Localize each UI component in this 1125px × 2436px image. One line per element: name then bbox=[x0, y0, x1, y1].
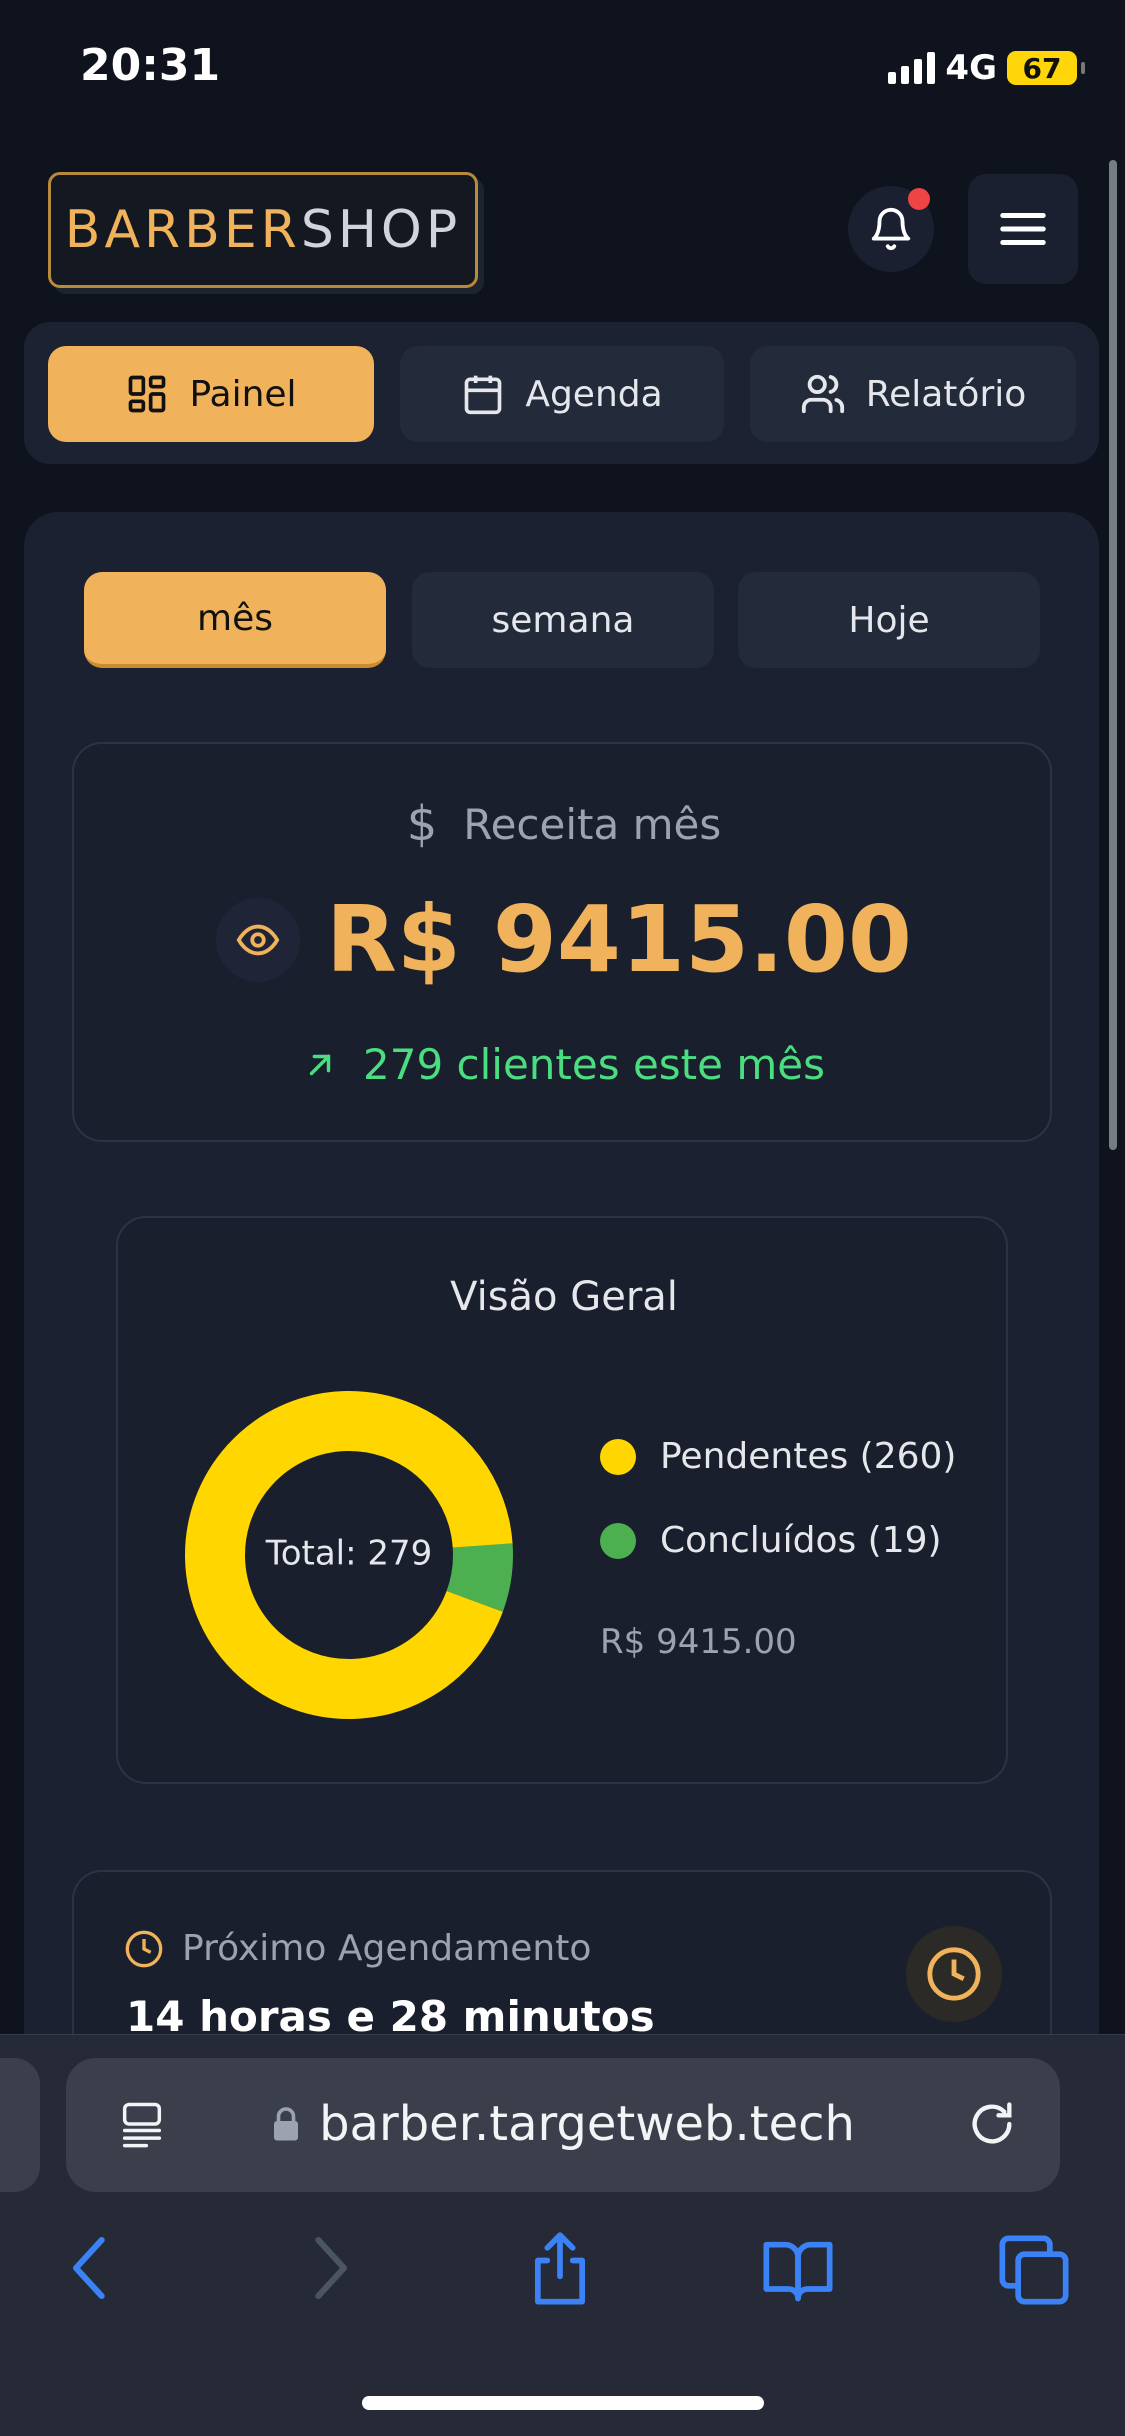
notification-badge bbox=[908, 188, 930, 210]
battery-level: 67 bbox=[1022, 51, 1062, 85]
clients-count: 279 clientes este mês bbox=[74, 1040, 1054, 1089]
share-icon[interactable] bbox=[522, 2232, 598, 2308]
period-tab-today[interactable]: Hoje bbox=[738, 572, 1040, 668]
legend-label: Pendentes (260) bbox=[660, 1436, 957, 1477]
donut-center-label: Total: 279 bbox=[265, 1534, 433, 1574]
next-appointment-title: Próximo Agendamento bbox=[124, 1928, 591, 1969]
dollar-icon: $ bbox=[406, 796, 438, 852]
users-icon bbox=[801, 374, 844, 414]
legend-label: Concluídos (19) bbox=[660, 1520, 942, 1561]
period-tab-label: semana bbox=[491, 599, 635, 641]
logo-text-barber: BARBER bbox=[64, 200, 301, 260]
revenue-title-text: Receita mês bbox=[463, 799, 722, 849]
overview-title: Visão Geral bbox=[450, 1274, 678, 1320]
menu-button[interactable] bbox=[968, 174, 1078, 284]
next-appointment-button[interactable] bbox=[906, 1926, 1002, 2022]
scrollbar[interactable] bbox=[1109, 160, 1117, 1150]
revenue-card: $ Receita mês R$ 9415.00 279 clientes es… bbox=[72, 742, 1052, 1142]
notifications-button[interactable] bbox=[848, 186, 934, 272]
tab-relatorio[interactable]: Relatório bbox=[750, 346, 1076, 442]
battery-icon: 67 bbox=[1007, 51, 1085, 85]
period-tab-week[interactable]: semana bbox=[412, 572, 714, 668]
legend-dot-pendentes bbox=[600, 1438, 636, 1475]
next-appointment-title-text: Próximo Agendamento bbox=[182, 1928, 592, 1969]
tab-painel[interactable]: Painel bbox=[48, 346, 374, 442]
tab-label: Relatório bbox=[865, 373, 1027, 415]
address-bar[interactable]: barber.targetweb.tech bbox=[66, 2058, 1060, 2192]
bookmarks-icon[interactable] bbox=[760, 2232, 836, 2308]
donut-chart: Total: 279 bbox=[185, 1391, 513, 1719]
revenue-amount: R$ 9415.00 bbox=[326, 886, 912, 993]
lock-icon bbox=[274, 2107, 299, 2141]
signal-icon bbox=[888, 52, 936, 84]
revenue-title: $ Receita mês bbox=[74, 796, 1054, 852]
dashboard-icon bbox=[129, 375, 166, 413]
back-icon[interactable] bbox=[62, 2232, 118, 2304]
calendar-icon bbox=[464, 375, 502, 415]
bell-icon bbox=[871, 208, 911, 251]
arrow-up-right-icon bbox=[309, 1054, 331, 1075]
tab-label: Painel bbox=[189, 373, 297, 415]
logo-text-shop: SHOP bbox=[300, 200, 462, 260]
eye-icon bbox=[236, 924, 280, 955]
legend-item-pendentes: Pendentes (260) bbox=[600, 1436, 956, 1477]
barbershop-logo[interactable]: BARBER SHOP bbox=[48, 172, 478, 288]
home-indicator bbox=[362, 2396, 764, 2410]
tab-label: Agenda bbox=[525, 373, 663, 415]
period-tab-label: mês bbox=[197, 597, 273, 639]
hamburger-menu-icon bbox=[1000, 213, 1046, 245]
tab-agenda[interactable]: Agenda bbox=[400, 346, 724, 442]
clients-count-text: 279 clientes este mês bbox=[363, 1040, 825, 1089]
reload-icon[interactable] bbox=[966, 2098, 1018, 2150]
legend-dot-concluidos bbox=[600, 1522, 636, 1559]
status-time: 20:31 bbox=[80, 40, 221, 91]
url-text: barber.targetweb.tech bbox=[319, 2096, 855, 2152]
period-tab-month[interactable]: mês bbox=[84, 572, 386, 668]
network-label: 4G bbox=[945, 48, 997, 88]
url-display[interactable]: barber.targetweb.tech bbox=[66, 2096, 1060, 2152]
forward-icon[interactable] bbox=[302, 2232, 358, 2304]
previous-tab-preview[interactable] bbox=[0, 2058, 40, 2192]
revenue-amount-row: R$ 9415.00 bbox=[74, 886, 1054, 993]
overview-card: Visão Geral Total: 279 Pendentes (260) C… bbox=[116, 1216, 1008, 1784]
toggle-visibility-button[interactable] bbox=[216, 897, 301, 982]
clock-icon bbox=[125, 1930, 163, 1967]
period-tab-label: Hoje bbox=[848, 599, 930, 641]
tabs-icon[interactable] bbox=[996, 2232, 1072, 2308]
clock-icon bbox=[927, 1947, 981, 2001]
overview-total-amount: R$ 9415.00 bbox=[600, 1622, 797, 1662]
legend-item-concluidos: Concluídos (19) bbox=[600, 1520, 942, 1561]
status-indicators: 4G 67 bbox=[888, 48, 1085, 88]
